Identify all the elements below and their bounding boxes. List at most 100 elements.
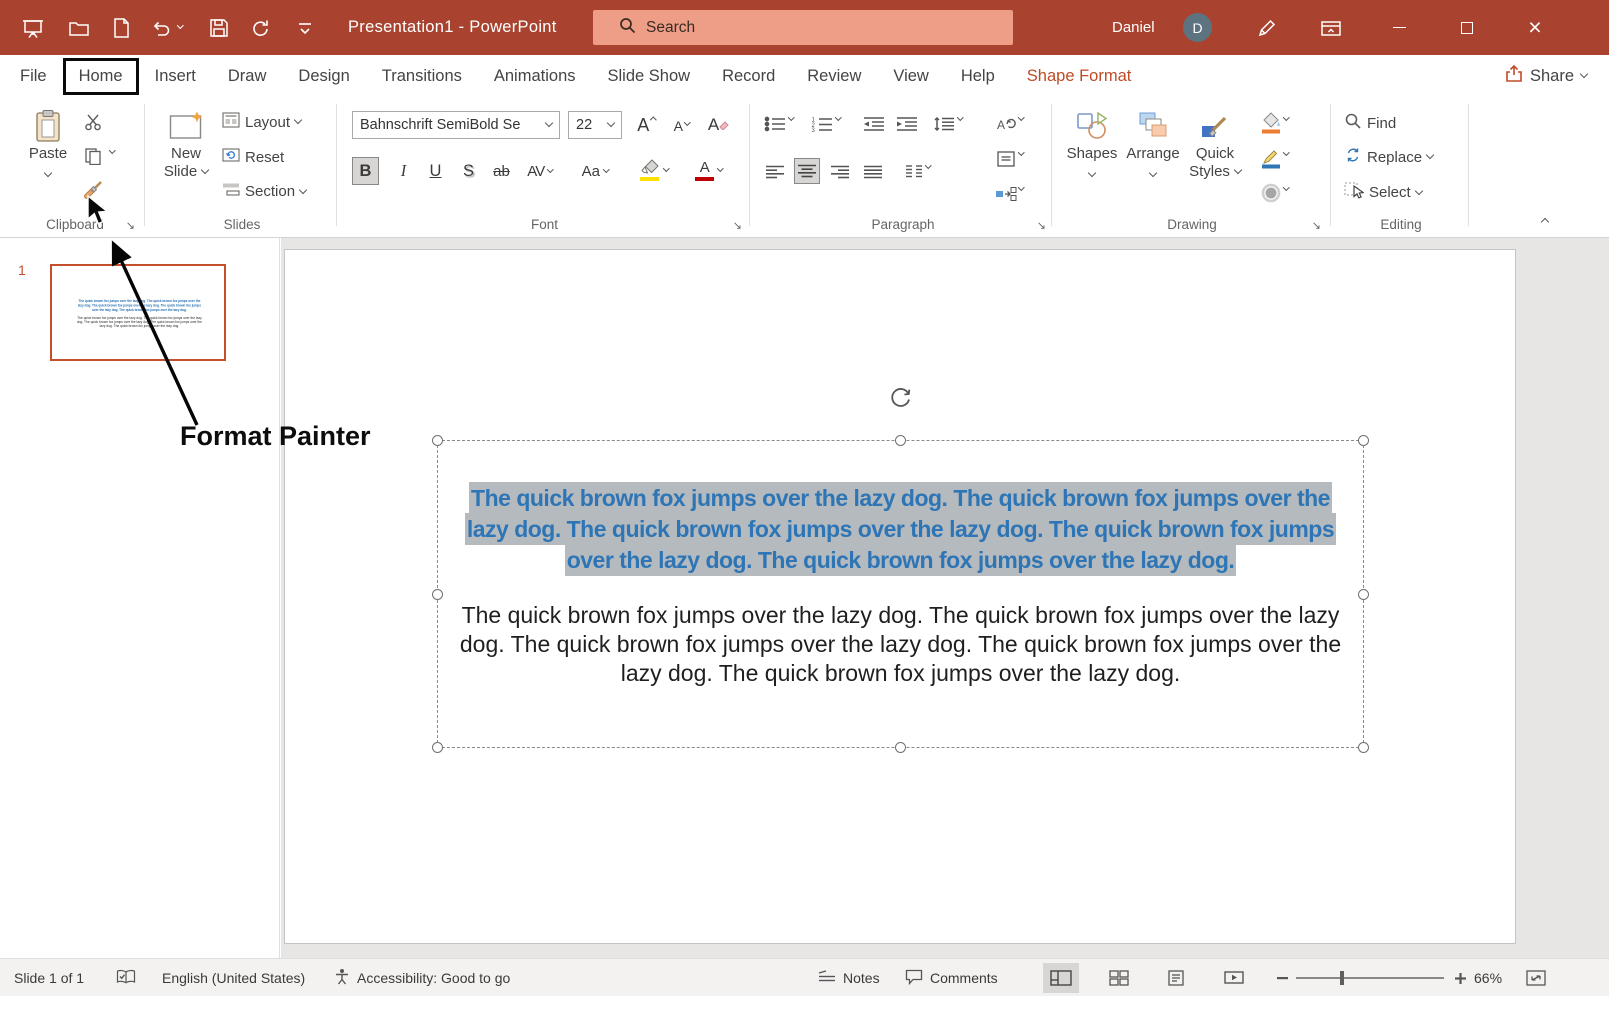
grow-font-button[interactable]: A (633, 111, 660, 139)
slide[interactable]: The quick brown fox jumps over the lazy … (285, 250, 1515, 943)
slide-thumbnail[interactable]: The quick brown fox jumps over the lazy … (50, 264, 226, 361)
font-name-combo[interactable]: Bahnschrift SemiBold Se (352, 111, 560, 139)
select-button[interactable]: Select (1344, 182, 1422, 203)
rotate-handle-icon[interactable] (888, 384, 914, 410)
save-icon[interactable] (200, 0, 238, 55)
shapes-button[interactable]: Shapes (1064, 107, 1120, 176)
shape-effects-button[interactable] (1258, 180, 1284, 206)
zoom-slider-thumb[interactable] (1340, 971, 1344, 985)
search-text-field[interactable] (646, 19, 946, 37)
maximize-button[interactable] (1443, 0, 1491, 55)
bullets-chevron-icon[interactable] (788, 114, 794, 120)
tab-shape-format[interactable]: Shape Format (1011, 55, 1148, 97)
resize-handle-middle-left[interactable] (432, 589, 443, 600)
tab-design[interactable]: Design (282, 55, 365, 97)
replace-button[interactable]: Replace (1344, 147, 1433, 167)
copy-dropdown-chevron-icon[interactable] (109, 147, 115, 153)
change-case-button[interactable]: Aa (575, 157, 615, 185)
numbering-button[interactable]: 123 (809, 111, 835, 137)
shape-fill-button[interactable] (1258, 109, 1284, 135)
avatar[interactable]: D (1183, 13, 1212, 42)
drawing-dialog-launcher-icon[interactable]: ↘ (1312, 221, 1321, 232)
tab-draw[interactable]: Draw (212, 55, 283, 97)
redo-icon[interactable] (242, 0, 280, 55)
numbering-chevron-icon[interactable] (835, 114, 841, 120)
notes-button[interactable]: Notes (818, 959, 880, 997)
zoom-level[interactable]: 66% (1474, 959, 1502, 997)
slide-show-view-button[interactable] (1216, 963, 1252, 993)
shape-fill-chevron-icon[interactable] (1283, 114, 1289, 120)
selected-text-box[interactable]: The quick brown fox jumps over the lazy … (437, 440, 1364, 748)
quick-styles-button[interactable]: Quick Styles (1186, 107, 1244, 181)
share-button[interactable]: Share (1505, 55, 1587, 97)
zoom-slider[interactable] (1296, 959, 1444, 997)
tab-review[interactable]: Review (791, 55, 877, 97)
undo-dropdown-chevron-icon[interactable] (172, 0, 188, 55)
convert-smartart-button[interactable] (993, 181, 1019, 207)
columns-button[interactable] (901, 159, 927, 185)
reading-view-button[interactable] (1158, 963, 1194, 993)
italic-button[interactable]: I (390, 157, 417, 185)
tab-animations[interactable]: Animations (478, 55, 592, 97)
increase-indent-button[interactable] (894, 111, 920, 137)
copy-button[interactable] (80, 143, 106, 169)
accessibility-checker[interactable]: Accessibility: Good to go (334, 959, 510, 997)
tab-help[interactable]: Help (945, 55, 1011, 97)
font-dialog-launcher-icon[interactable]: ↘ (733, 221, 742, 232)
tab-transitions[interactable]: Transitions (366, 55, 478, 97)
align-right-button[interactable] (827, 159, 853, 185)
shape-outline-chevron-icon[interactable] (1283, 149, 1289, 155)
align-text-button[interactable] (993, 146, 1019, 172)
bullets-button[interactable] (762, 111, 788, 137)
find-button[interactable]: Find (1344, 112, 1396, 134)
powerpoint-app-icon[interactable] (14, 0, 52, 55)
font-color-button[interactable]: A (687, 156, 731, 184)
tab-record[interactable]: Record (706, 55, 791, 97)
paragraph-dialog-launcher-icon[interactable]: ↘ (1037, 221, 1046, 232)
normal-view-button[interactable] (1043, 963, 1079, 993)
collapse-ribbon-button[interactable] (1541, 218, 1549, 226)
tab-home[interactable]: Home (63, 58, 139, 95)
font-size-combo[interactable]: 22 (568, 111, 622, 139)
zoom-out-button[interactable] (1270, 963, 1294, 993)
shrink-font-button[interactable]: A (668, 112, 695, 140)
fit-slide-to-window-button[interactable] (1518, 963, 1554, 993)
customize-quick-access-icon[interactable] (286, 0, 324, 55)
tab-slide-show[interactable]: Slide Show (592, 55, 707, 97)
align-left-button[interactable] (762, 159, 788, 185)
resize-handle-bottom-center[interactable] (895, 742, 906, 753)
clear-formatting-button[interactable]: A (705, 111, 732, 139)
cut-button[interactable] (80, 109, 106, 135)
convert-smartart-chevron-icon[interactable] (1018, 184, 1024, 190)
search-input[interactable] (593, 10, 1013, 45)
resize-handle-top-center[interactable] (895, 435, 906, 446)
text-direction-chevron-icon[interactable] (1018, 114, 1024, 120)
decrease-indent-button[interactable] (861, 111, 887, 137)
reset-button[interactable]: Reset (222, 147, 284, 167)
section-button[interactable]: Section (222, 182, 306, 201)
slide-sorter-view-button[interactable] (1101, 963, 1137, 993)
open-file-icon[interactable] (60, 0, 98, 55)
resize-handle-bottom-left[interactable] (432, 742, 443, 753)
language-indicator[interactable]: English (United States) (162, 959, 305, 997)
slide-indicator[interactable]: Slide 1 of 1 (14, 959, 84, 997)
tab-file[interactable]: File (4, 55, 63, 97)
tab-view[interactable]: View (877, 55, 944, 97)
close-button[interactable]: × (1511, 0, 1559, 55)
bold-button[interactable]: B (352, 157, 379, 185)
account-name[interactable]: Daniel (1112, 0, 1155, 55)
layout-button[interactable]: Layout (222, 112, 301, 132)
body-paragraph[interactable]: The quick brown fox jumps over the lazy … (444, 601, 1357, 688)
resize-handle-top-right[interactable] (1358, 435, 1369, 446)
format-painter-button[interactable] (80, 177, 106, 203)
comments-button[interactable]: Comments (905, 959, 998, 997)
text-shadow-button[interactable]: S (455, 157, 482, 185)
underline-button[interactable]: U (422, 157, 449, 185)
text-highlight-button[interactable] (632, 156, 676, 184)
arrange-button[interactable]: Arrange (1124, 107, 1182, 176)
ribbon-display-options-icon[interactable] (1312, 0, 1350, 55)
justify-button[interactable] (860, 159, 886, 185)
clipboard-dialog-launcher-icon[interactable]: ↘ (126, 221, 135, 232)
inking-pen-icon[interactable] (1248, 0, 1286, 55)
strikethrough-button[interactable]: ab (488, 157, 515, 185)
